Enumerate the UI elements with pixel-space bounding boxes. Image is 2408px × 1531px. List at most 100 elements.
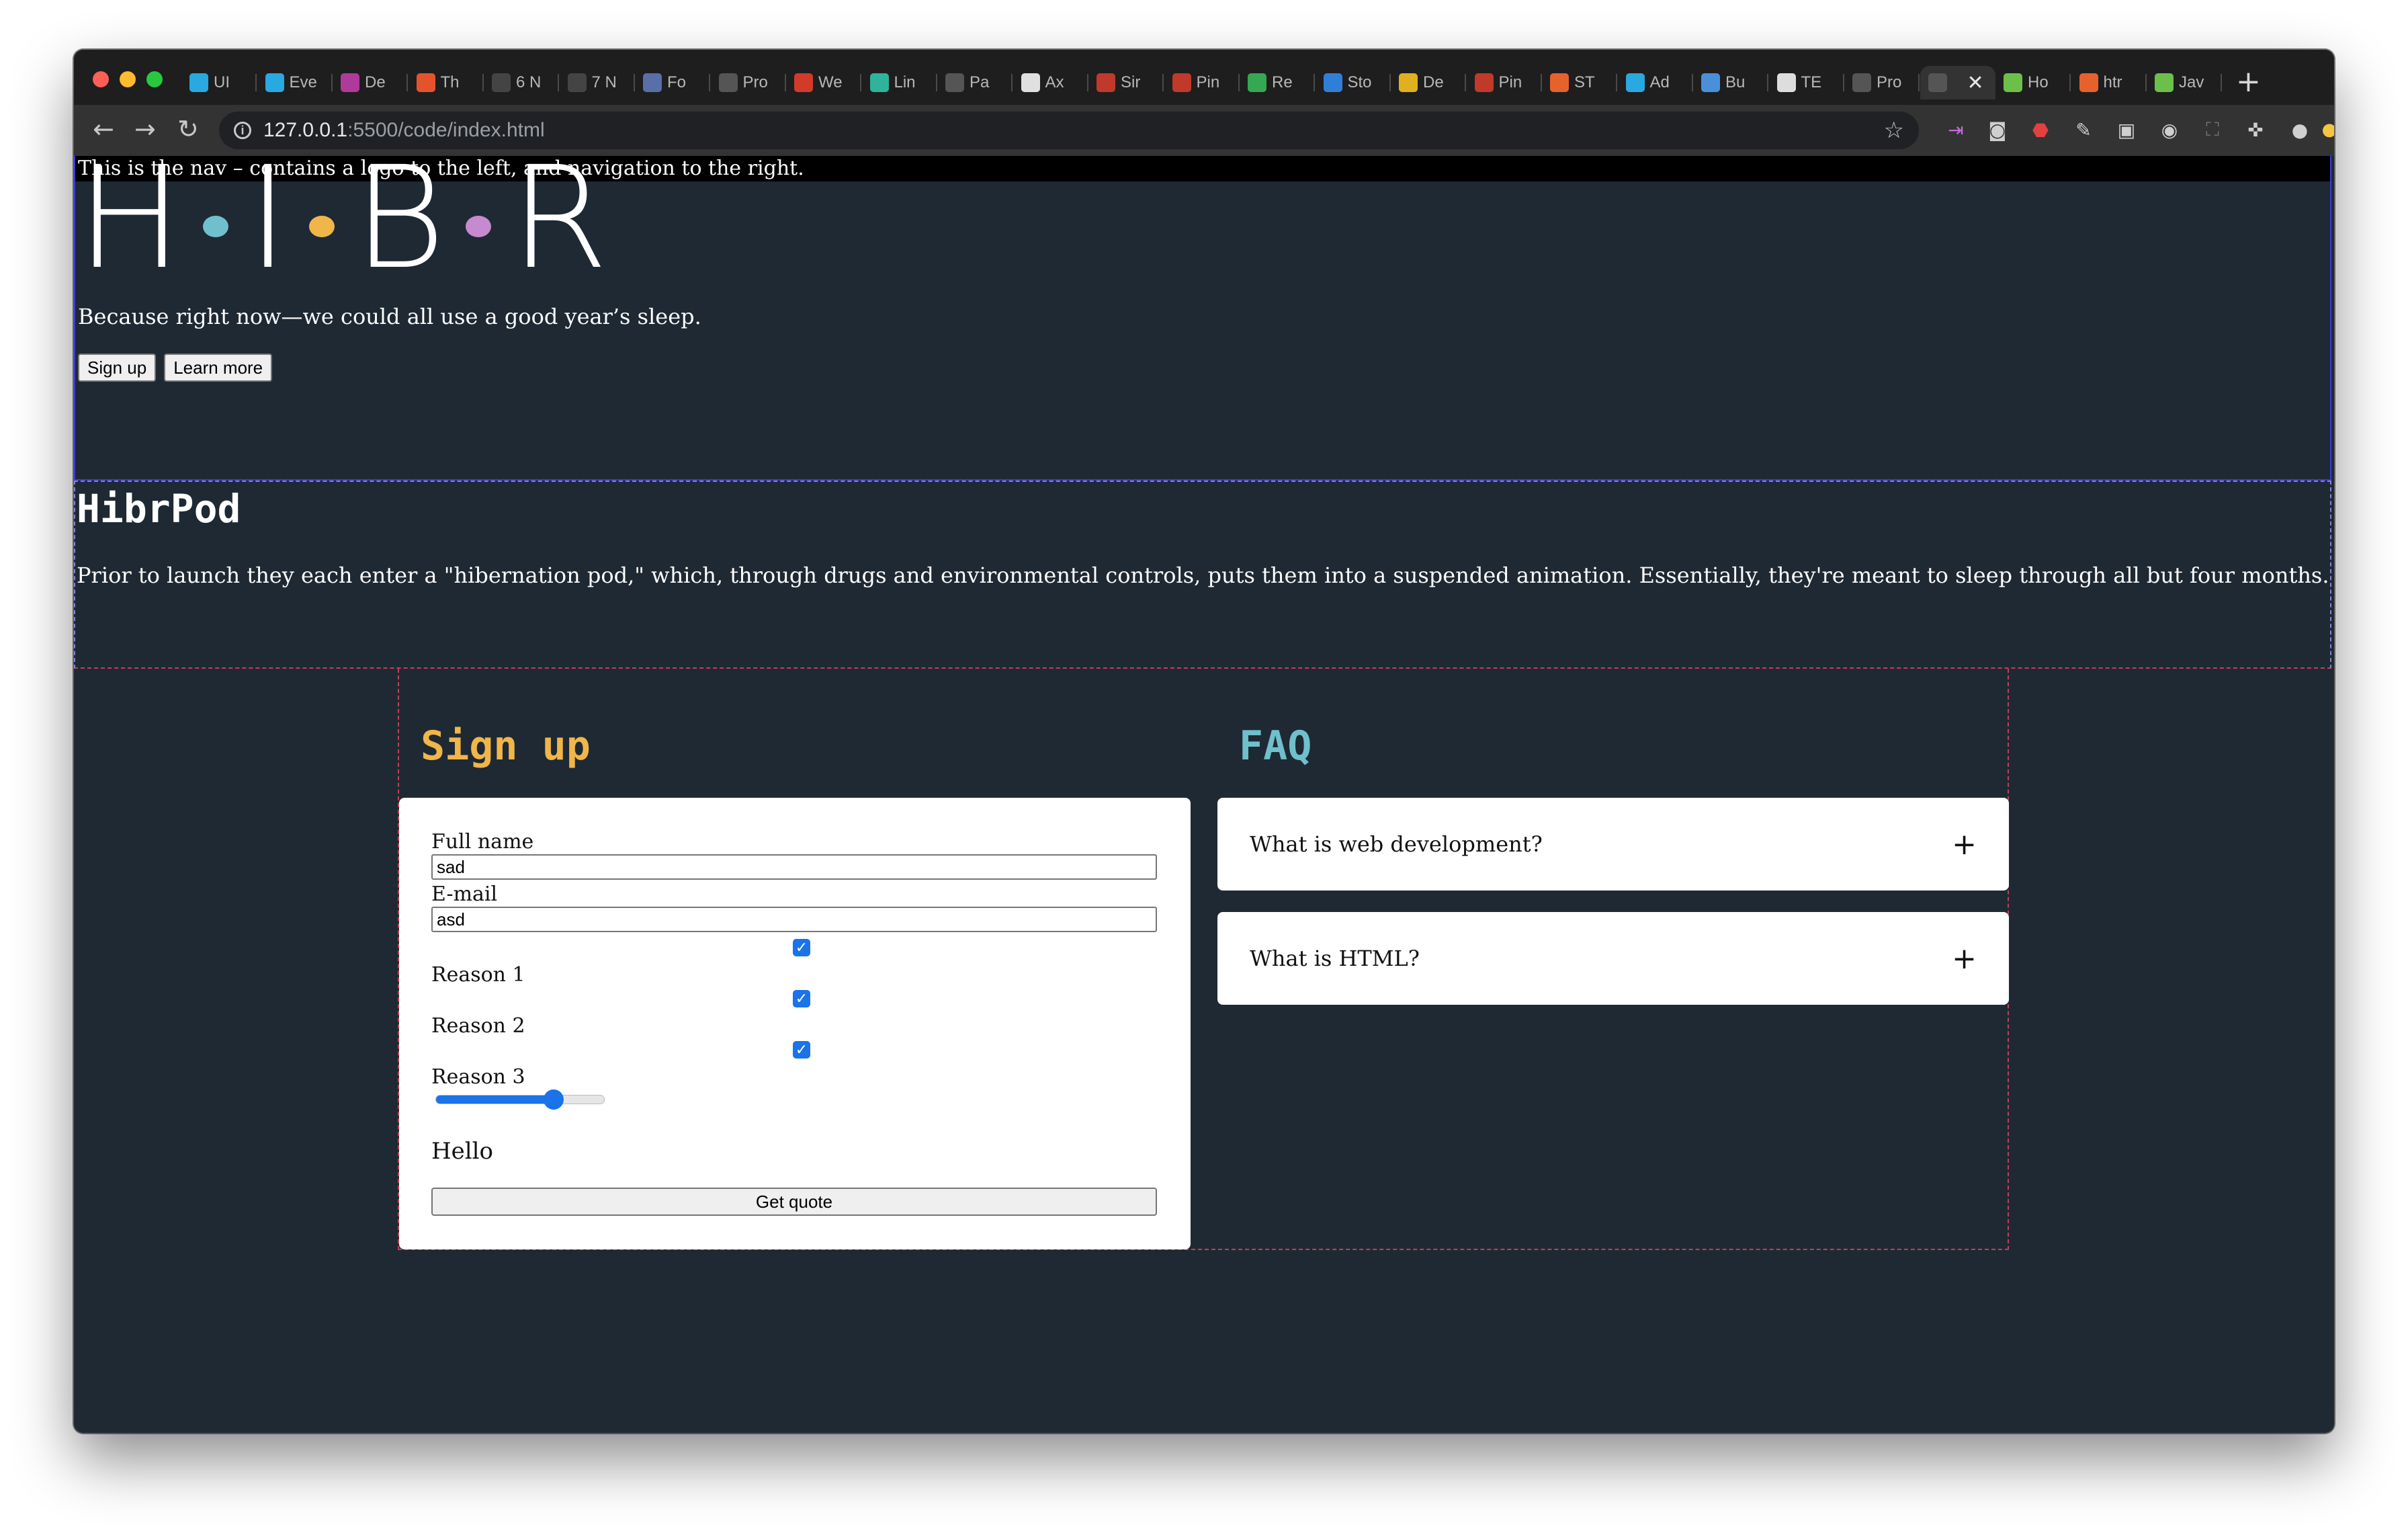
logo-letter-r: R bbox=[510, 136, 610, 300]
tab-favicon-icon bbox=[265, 73, 284, 92]
extension-sun-icon[interactable]: ● bbox=[2318, 118, 2334, 141]
reason-2-label: Reason 2 bbox=[431, 1014, 525, 1038]
faq-question: What is web development? bbox=[1250, 831, 1543, 857]
reason-3-checkbox[interactable]: ✓ bbox=[793, 1041, 810, 1059]
extension-arrow-icon[interactable]: ⇥ bbox=[1944, 118, 1967, 141]
browser-tab[interactable]: Pa bbox=[937, 66, 1013, 99]
extension-shield-icon[interactable]: ⬣ bbox=[2029, 118, 2052, 141]
extension-crop-icon[interactable]: ⛶ bbox=[2201, 118, 2224, 141]
tab-label: UI bbox=[214, 73, 230, 91]
tab-label: Sir bbox=[1121, 73, 1141, 91]
tab-label: Pa bbox=[970, 73, 990, 91]
slider-thumb[interactable] bbox=[544, 1089, 564, 1110]
tab-label: Ho bbox=[2028, 73, 2049, 91]
extension-eye-icon[interactable]: ◉ bbox=[2158, 118, 2181, 141]
browser-tab[interactable]: Bu bbox=[1693, 66, 1768, 99]
about-text: Prior to launch they each enter a "hiber… bbox=[77, 563, 2329, 588]
reason-2-checkbox[interactable]: ✓ bbox=[793, 990, 810, 1007]
about-title: HibrPod bbox=[77, 486, 241, 532]
address-bar[interactable]: i 127.0.0.1:5500/code/index.html ☆ bbox=[219, 112, 1919, 149]
tab-favicon-icon bbox=[1701, 73, 1720, 92]
email-label: E-mail bbox=[431, 882, 498, 906]
tab-label: Pin bbox=[1498, 73, 1522, 91]
browser-tab[interactable]: ST bbox=[1542, 66, 1617, 99]
tab-favicon-icon bbox=[1776, 73, 1796, 92]
tab-favicon-icon bbox=[492, 73, 511, 92]
tab-label: Ad bbox=[1649, 73, 1670, 91]
browser-tab[interactable]: De bbox=[333, 66, 408, 99]
tab-favicon-icon bbox=[567, 73, 587, 92]
tab-label: De bbox=[1423, 73, 1444, 91]
browser-tab[interactable]: Sto bbox=[1316, 66, 1391, 99]
get-quote-button[interactable]: Get quote bbox=[431, 1188, 1157, 1216]
browser-tab[interactable]: 7 N bbox=[560, 66, 635, 99]
browser-tab[interactable]: Eve bbox=[257, 66, 333, 99]
full-name-field[interactable]: sad bbox=[431, 854, 1157, 880]
browser-tab[interactable]: Ad bbox=[1618, 66, 1693, 99]
profile-avatar-icon[interactable]: ● bbox=[2288, 118, 2311, 141]
tab-label: 7 N bbox=[591, 73, 617, 91]
browser-tab[interactable]: Ho bbox=[1995, 66, 2071, 99]
browser-tab[interactable]: Lin bbox=[862, 66, 937, 99]
hero-signup-button[interactable]: Sign up bbox=[78, 354, 157, 382]
browser-tab[interactable]: Fo bbox=[635, 66, 710, 99]
browser-tab[interactable]: Jav bbox=[2147, 66, 2222, 99]
browser-tab[interactable]: Pro bbox=[711, 66, 786, 99]
browser-tab[interactable]: UI bbox=[181, 66, 257, 99]
plus-icon[interactable]: + bbox=[1952, 942, 1977, 976]
tab-favicon-icon bbox=[643, 73, 662, 92]
browser-tab[interactable]: De bbox=[1391, 66, 1466, 99]
tab-label: De bbox=[365, 73, 386, 91]
tab-favicon-icon bbox=[945, 73, 964, 92]
tab-label: We bbox=[818, 73, 843, 91]
logo-dot-teal bbox=[202, 216, 228, 237]
browser-tab[interactable]: Th bbox=[408, 66, 484, 99]
browser-window: UI Eve De Th 6 N 7 N Fo Pro We Lin Pa Ax Sir Pin Re Sto… bbox=[74, 50, 2334, 1433]
hero-buttons: Sign up Learn more bbox=[78, 354, 273, 382]
browser-tab[interactable]: Ax bbox=[1013, 66, 1088, 99]
browser-tab[interactable]: Re bbox=[1240, 66, 1315, 99]
tab-label: Pin bbox=[1196, 73, 1220, 91]
tab-favicon-icon bbox=[869, 73, 889, 92]
browser-tab[interactable]: TE bbox=[1769, 66, 1844, 99]
tab-favicon-icon bbox=[1021, 73, 1040, 92]
email-field[interactable]: asd bbox=[431, 907, 1157, 932]
browser-tab[interactable]: Sir bbox=[1088, 66, 1164, 99]
tab-active[interactable]: ✕ bbox=[1920, 66, 1995, 99]
tab-favicon-icon bbox=[1172, 73, 1191, 92]
browser-tab[interactable]: Pin bbox=[1164, 66, 1240, 99]
tab-favicon-icon bbox=[1096, 73, 1115, 92]
tab-label: 6 N bbox=[516, 73, 542, 91]
tab-favicon-icon bbox=[2079, 73, 2098, 92]
logo-dot-yellow bbox=[308, 216, 335, 237]
tab-favicon-icon bbox=[341, 73, 359, 92]
extension-screenshot-icon[interactable]: ▣ bbox=[2115, 118, 2138, 141]
minimize-window-button[interactable] bbox=[120, 71, 136, 87]
maximize-window-button[interactable] bbox=[146, 71, 163, 87]
faq-item[interactable]: What is HTML? + bbox=[1217, 912, 2009, 1005]
new-tab-button[interactable]: + bbox=[2236, 65, 2261, 99]
logo-dot-purple bbox=[466, 216, 492, 237]
logo[interactable]: H I B R bbox=[77, 148, 609, 289]
faq-item[interactable]: What is web development? + bbox=[1217, 798, 2009, 891]
logo-letter-b: B bbox=[353, 136, 447, 300]
extension-camera-icon[interactable]: ◙ bbox=[1986, 118, 2009, 141]
bookmark-star-icon[interactable]: ☆ bbox=[1884, 117, 1904, 144]
browser-tab[interactable]: We bbox=[786, 66, 861, 99]
close-window-button[interactable] bbox=[93, 71, 109, 87]
reason-1-checkbox[interactable]: ✓ bbox=[793, 939, 810, 956]
extension-puzzle-icon[interactable]: ✜ bbox=[2244, 118, 2267, 141]
full-name-label: Full name bbox=[431, 830, 534, 854]
range-slider[interactable] bbox=[435, 1089, 605, 1110]
logo-letter-i: I bbox=[247, 136, 290, 300]
browser-tab[interactable]: Pro bbox=[1844, 66, 1920, 99]
browser-tab[interactable]: 6 N bbox=[484, 66, 559, 99]
close-tab-icon[interactable]: ✕ bbox=[1967, 71, 1984, 95]
browser-tab[interactable]: htr bbox=[2071, 66, 2147, 99]
tab-favicon-icon bbox=[1248, 73, 1266, 92]
plus-icon[interactable]: + bbox=[1952, 827, 1977, 862]
learn-more-button[interactable]: Learn more bbox=[164, 354, 273, 382]
extension-pen-icon[interactable]: ✎ bbox=[2072, 118, 2095, 141]
browser-tab[interactable]: Pin bbox=[1467, 66, 1542, 99]
tab-favicon-icon bbox=[2155, 73, 2174, 92]
